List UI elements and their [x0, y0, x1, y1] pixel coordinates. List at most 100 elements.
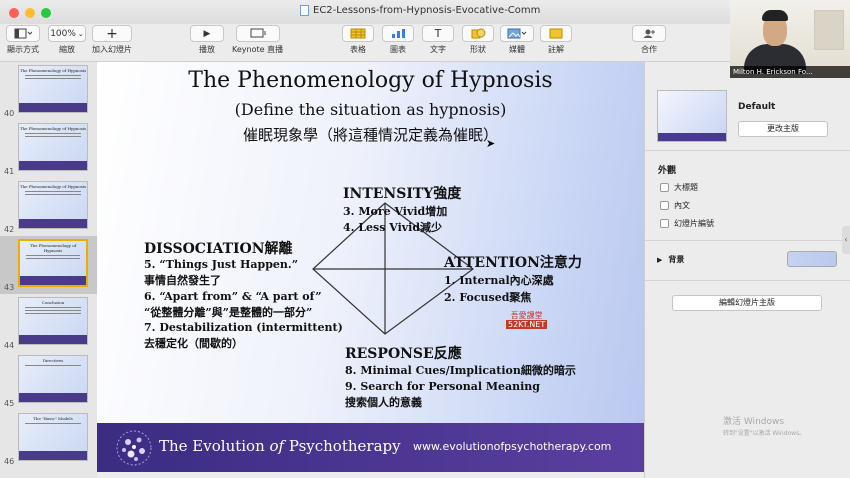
divider	[645, 240, 850, 241]
slide-navigator[interactable]: The Phenomenology of Hypnosis 40 The Phe…	[0, 62, 97, 478]
collaborate-tool[interactable]: 合作	[632, 25, 666, 55]
background-color-swatch[interactable]	[787, 251, 837, 267]
zoom-label: 縮放	[59, 45, 75, 54]
attention-heading: ATTENTION注意力	[444, 255, 582, 271]
dissociation-item: 去穩定化（間歇的）	[144, 337, 243, 350]
watermark-bottom-text: 52KT.NET	[506, 320, 548, 329]
attention-item: 2. Focused聚焦	[444, 291, 532, 304]
thumbnail-text-line	[25, 310, 81, 311]
thumbnail-text-line	[25, 307, 81, 308]
keynote-live-button[interactable]	[235, 25, 280, 42]
slide-thumbnail[interactable]: Conclusion	[18, 297, 88, 345]
thumbnail-footer-band	[19, 103, 87, 112]
play[interactable]: ▶ 播放	[190, 25, 224, 55]
slide-thumbnail-row[interactable]: The Phenomenology of Hypnosis 40	[0, 62, 97, 120]
add-slide[interactable]: + 加入幻燈片	[92, 25, 132, 55]
background-disclosure[interactable]: ▶ 背景	[657, 254, 684, 265]
collaborate-button[interactable]	[632, 25, 666, 42]
body-checkbox-label: 內文	[674, 201, 690, 210]
media-button[interactable]	[500, 25, 534, 42]
keynote-live[interactable]: Keynote 直播	[232, 25, 283, 55]
slide-thumbnail[interactable]: The Phenomenology of Hypnosis	[18, 123, 88, 171]
slide-number: 46	[4, 457, 15, 466]
keynote-app: EC2-Lessons-from-Hypnosis-Evocative-Comm…	[0, 0, 850, 478]
shape-tool[interactable]: 形狀	[462, 25, 494, 55]
response-heading: RESPONSE反應	[345, 346, 462, 362]
minimize-window-button[interactable]	[25, 8, 35, 18]
slide-thumbnail-row[interactable]: The Phenomenology of Hypnosis 41	[0, 120, 97, 178]
slide-thumbnail-selected[interactable]: The Phenomenology of Hypnosis	[18, 239, 88, 287]
close-window-button[interactable]	[9, 8, 19, 18]
table-button[interactable]	[342, 25, 374, 42]
thumbnail-title: The Phenomenology of Hypnosis	[29, 243, 77, 253]
zoom-menu[interactable]: 100% ⌄ 縮放	[48, 25, 86, 55]
text-button[interactable]: T	[422, 25, 454, 42]
slide-thumbnail-row[interactable]: The "Basic" Models 46	[0, 410, 97, 468]
attention-item: 1. Internal內心深處	[444, 274, 554, 287]
add-slide-button[interactable]: +	[92, 25, 132, 42]
slide-number: 41	[4, 167, 15, 176]
table-icon	[350, 28, 366, 39]
divider	[645, 150, 850, 151]
edit-master-button[interactable]: 編輯幻燈片主版	[672, 295, 822, 311]
play-button[interactable]: ▶	[190, 25, 224, 42]
comment-icon	[549, 28, 563, 39]
title-checkbox-label: 大標題	[674, 183, 698, 192]
slide-thumbnail[interactable]: The Phenomenology of Hypnosis	[18, 181, 88, 229]
slide-number: 44	[4, 341, 15, 350]
shape-button[interactable]	[462, 25, 494, 42]
text-tool[interactable]: T 文字	[422, 25, 454, 55]
footer-url: www.evolutionofpsychotherapy.com	[413, 440, 612, 453]
activate-windows-line2: 转到"设置"以激活 Windows。	[723, 430, 806, 437]
body-checkbox[interactable]	[660, 201, 669, 210]
webcam-name-label: Milton H. Erickson Fo...	[730, 66, 850, 78]
toolbar: 顯示方式 100% ⌄ 縮放 + 加入幻燈片 ▶ 播放 Keynote 直播 表…	[0, 24, 730, 62]
chart-button[interactable]	[382, 25, 414, 42]
slide-canvas[interactable]: The Phenomenology of Hypnosis (Define th…	[97, 62, 644, 472]
slide-thumbnail[interactable]: The "Basic" Models	[18, 413, 88, 461]
intensity-item: 4. Less Vivid減少	[343, 221, 443, 234]
master-slide-thumbnail[interactable]	[657, 90, 727, 142]
background-label: 背景	[668, 255, 685, 264]
chart-tool[interactable]: 圖表	[382, 25, 414, 55]
table-tool[interactable]: 表格	[342, 25, 374, 55]
chevron-down-icon: ⌄	[77, 29, 84, 38]
view-button[interactable]	[6, 25, 40, 42]
title-checkbox[interactable]	[660, 183, 669, 192]
media-tool[interactable]: 媒體	[500, 25, 534, 55]
shape-label: 形狀	[470, 45, 486, 54]
body-checkbox-row[interactable]: 內文	[660, 200, 690, 211]
watermark-top-text: 吾愛課堂	[510, 311, 543, 320]
mouse-cursor-icon: ➤	[486, 137, 496, 150]
chart-label: 圖表	[390, 45, 406, 54]
thumbnail-text-line	[25, 423, 81, 424]
keynote-live-icon	[250, 28, 266, 38]
window-title: EC2-Lessons-from-Hypnosis-Evocative-Comm	[300, 5, 540, 16]
chevron-left-icon[interactable]: ‹	[842, 226, 850, 254]
slide-thumbnail-row-selected[interactable]: The Phenomenology of Hypnosis 43	[0, 236, 97, 294]
thumbnail-title: The Phenomenology of Hypnosis	[19, 68, 87, 73]
title-checkbox-row[interactable]: 大標題	[660, 182, 698, 193]
slide-number: 40	[4, 109, 15, 118]
thumbnail-text-line	[25, 133, 81, 134]
thumbnail-text-line	[26, 255, 80, 256]
slide-number-checkbox[interactable]	[660, 219, 669, 228]
slide-thumbnail-row[interactable]: The Phenomenology of Hypnosis 42	[0, 178, 97, 236]
comment-button[interactable]	[540, 25, 572, 42]
zoom-select[interactable]: 100% ⌄	[48, 25, 86, 42]
comment-tool[interactable]: 註解	[540, 25, 572, 55]
table-label: 表格	[350, 45, 366, 54]
slide-number-checkbox-row[interactable]: 幻燈片編號	[660, 218, 714, 229]
window-controls	[9, 8, 51, 18]
change-master-button[interactable]: 更改主版	[738, 121, 828, 137]
bar-chart-icon	[392, 29, 405, 38]
title-bar: EC2-Lessons-from-Hypnosis-Evocative-Comm	[0, 0, 730, 24]
disclosure-triangle-icon: ▶	[657, 255, 663, 264]
slide-thumbnail[interactable]: Directives	[18, 355, 88, 403]
view-menu[interactable]: 顯示方式	[6, 25, 40, 55]
fullscreen-window-button[interactable]	[41, 8, 51, 18]
footer-brand-text: The Evolution of Psychotherapy	[159, 437, 401, 455]
slide-thumbnail-row[interactable]: Conclusion 44	[0, 294, 97, 352]
slide-thumbnail[interactable]: The Phenomenology of Hypnosis	[18, 65, 88, 113]
slide-thumbnail-row[interactable]: Directives 45	[0, 352, 97, 410]
